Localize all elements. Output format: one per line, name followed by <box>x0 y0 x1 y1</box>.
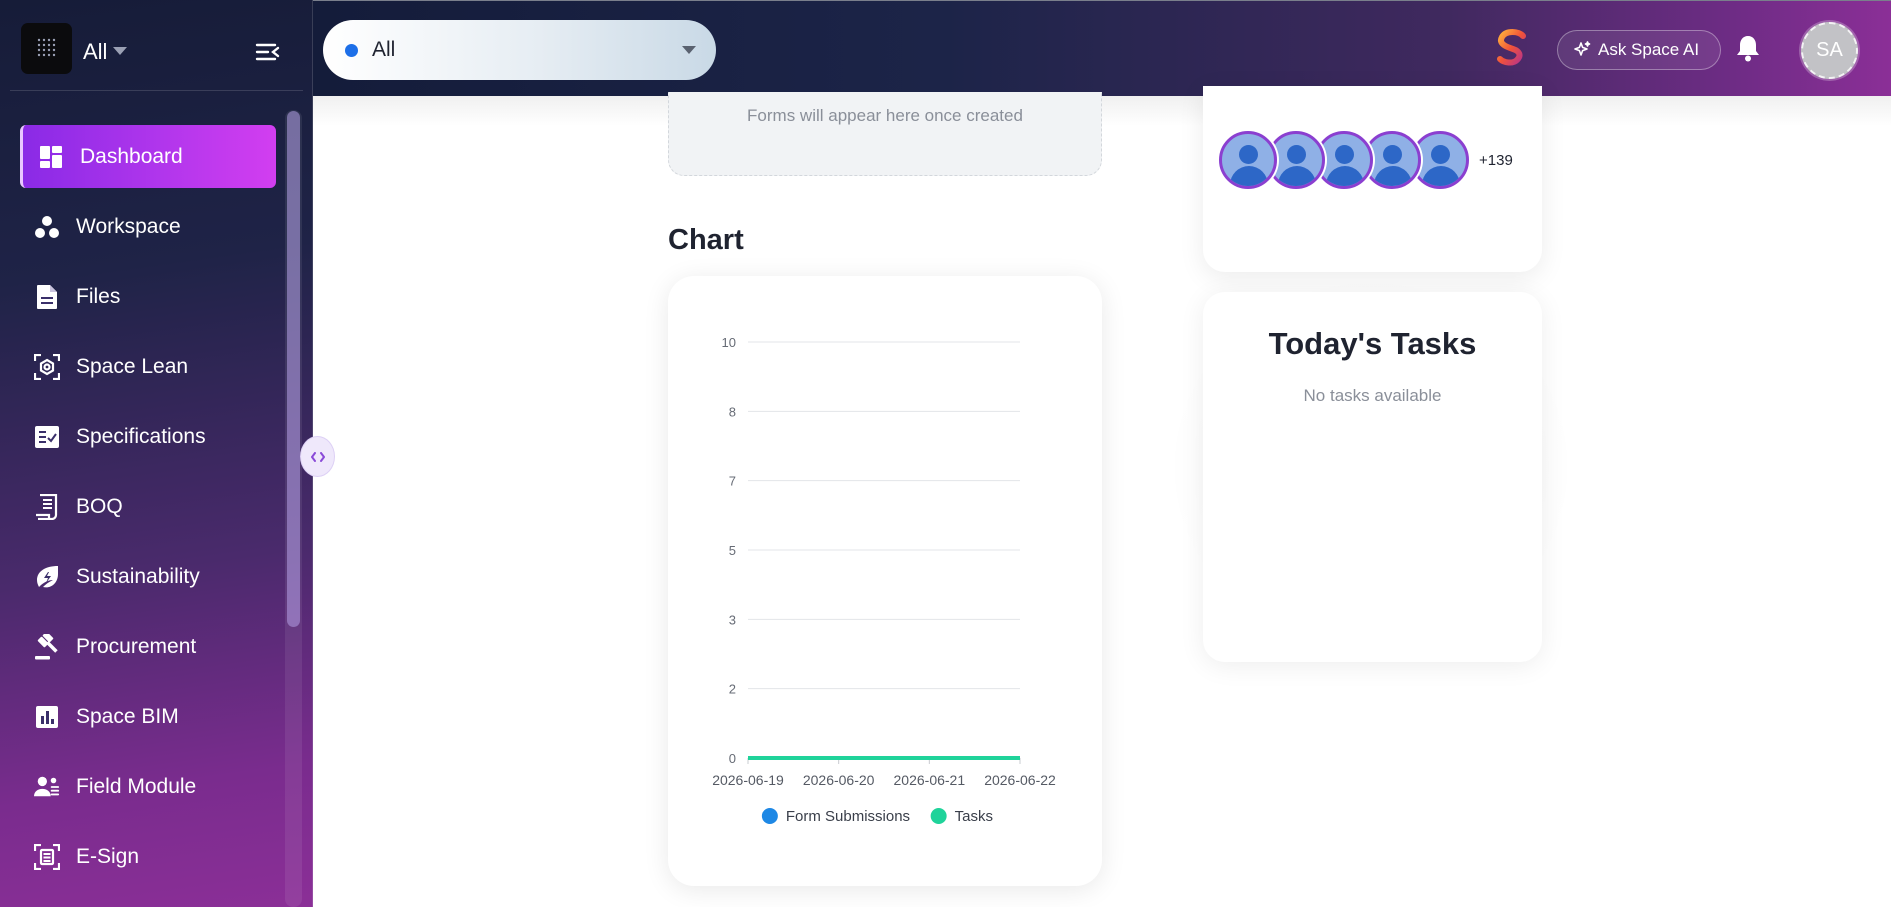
forms-empty-text: Forms will appear here once created <box>747 106 1023 125</box>
legend-marker <box>930 808 947 824</box>
sidebar-item-label: Workspace <box>76 214 181 238</box>
y-tick-label: 2 <box>729 682 736 697</box>
sidebar-item-space-lean[interactable]: Space Lean <box>20 335 276 398</box>
notification-bell-icon[interactable] <box>1736 34 1760 62</box>
chart-section-heading: Chart <box>668 224 744 256</box>
legend-marker <box>761 808 778 824</box>
lean-icon <box>34 353 60 380</box>
legend-label: Tasks <box>955 808 993 825</box>
sidebar-item-space-bim[interactable]: Space BIM <box>20 685 276 748</box>
sidebar: All Dashboard Workspace Files Space Lean… <box>0 0 313 907</box>
y-tick-label: 3 <box>729 612 736 627</box>
y-tick-label: 8 <box>729 404 736 419</box>
sidebar-resize-handle[interactable] <box>300 436 335 477</box>
sidebar-item-label: Specifications <box>76 424 206 448</box>
more-members-count[interactable]: +139 <box>1479 152 1513 169</box>
line-chart: 0 2 3 5 7 8 10 2026-06-19 2026-06-20 2026-06-21 20… <box>712 335 1056 825</box>
top-bar: All Ask Space AI SA <box>313 0 1891 96</box>
ask-space-ai-label: Ask Space AI <box>1598 40 1700 59</box>
chart-card: 0 2 3 5 7 8 10 2026-06-19 2026-06-20 2026-06-21 20… <box>668 276 1102 886</box>
collapse-sidebar-icon[interactable] <box>255 41 281 63</box>
dashboard-icon <box>38 144 64 170</box>
sidebar-item-specifications[interactable]: Specifications <box>20 405 276 468</box>
sidebar-item-label: Dashboard <box>80 144 183 168</box>
filter-value: All <box>372 38 396 61</box>
sidebar-item-label: Field Module <box>76 774 197 798</box>
sidebar-item-boq[interactable]: BOQ <box>20 475 276 538</box>
y-tick-label: 0 <box>729 751 736 766</box>
workspace-label: All <box>83 39 108 64</box>
x-tick-label: 2026-06-21 <box>894 772 966 788</box>
file-icon <box>34 284 60 310</box>
avatar-initials: SA <box>1816 39 1843 61</box>
sidebar-item-label: Space Lean <box>76 354 189 378</box>
sidebar-item-sustainability[interactable]: Sustainability <box>20 545 276 608</box>
workspace-filter-select[interactable]: All <box>323 20 716 80</box>
sidebar-scrollbar-thumb[interactable] <box>287 111 300 627</box>
sidebar-item-procurement[interactable]: Procurement <box>20 615 276 678</box>
todays-tasks-card: Today's Tasks No tasks available <box>1203 292 1542 662</box>
y-tick-label: 7 <box>729 474 736 489</box>
x-tick-label: 2026-06-20 <box>803 772 875 788</box>
member-avatar[interactable] <box>1219 131 1277 189</box>
x-tick-label: 2026-06-19 <box>712 772 784 788</box>
tasks-empty-text: No tasks available <box>1303 386 1442 405</box>
sidebar-item-label: Procurement <box>76 634 197 658</box>
sidebar-item-workspace[interactable]: Workspace <box>20 195 276 258</box>
sidebar-nav: Dashboard Workspace Files Space Lean Spe… <box>20 125 276 895</box>
boq-icon <box>34 493 60 520</box>
x-tick-label: 2026-06-22 <box>984 772 1056 788</box>
brand-s-logo-icon <box>1494 29 1528 69</box>
status-dot-icon <box>345 43 358 57</box>
legend-label: Form Submissions <box>786 808 910 825</box>
resize-arrows-icon <box>310 451 325 462</box>
field-team-icon <box>34 774 60 800</box>
sidebar-item-field-module[interactable]: Field Module <box>20 755 276 818</box>
sidebar-divider <box>10 90 303 91</box>
sidebar-item-dashboard[interactable]: Dashboard <box>20 125 276 188</box>
workspace-icon <box>34 214 60 240</box>
chevron-down-icon <box>682 46 696 54</box>
sidebar-item-label: Files <box>76 284 121 308</box>
sustainability-icon <box>34 564 60 590</box>
dashboard-main: Forms will appear here once created Char… <box>313 86 1891 907</box>
esign-icon <box>34 843 60 870</box>
specifications-icon <box>34 424 60 450</box>
sidebar-item-label: Sustainability <box>76 564 200 588</box>
sidebar-item-label: E-Sign <box>76 844 140 868</box>
member-avatars: +139 <box>1219 131 1513 189</box>
bim-chart-icon <box>34 704 60 730</box>
y-tick-label: 5 <box>729 543 736 558</box>
sparkle-icon <box>1573 41 1591 59</box>
sidebar-item-files[interactable]: Files <box>20 265 276 328</box>
user-avatar[interactable]: SA <box>1801 22 1858 79</box>
gavel-icon <box>34 633 60 660</box>
chevron-down-icon <box>113 47 128 55</box>
y-tick-label: 10 <box>722 335 736 350</box>
ask-space-ai-button[interactable]: Ask Space AI <box>1557 30 1721 70</box>
sidebar-item-e-sign[interactable]: E-Sign <box>20 825 276 888</box>
tasks-title: Today's Tasks <box>1268 326 1477 361</box>
forms-empty-state: Forms will appear here once created <box>668 92 1102 176</box>
sidebar-item-label: Space BIM <box>76 704 179 728</box>
members-card: +139 <box>1203 86 1542 272</box>
workspace-switcher[interactable]: All <box>21 21 128 75</box>
sidebar-item-label: BOQ <box>76 494 123 518</box>
app-logo-icon <box>21 22 72 74</box>
